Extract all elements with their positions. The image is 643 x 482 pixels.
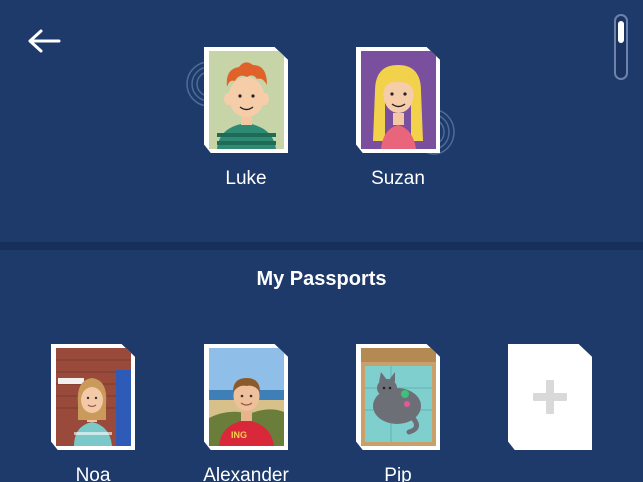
passport-card[interactable] — [356, 344, 440, 450]
passport-card[interactable] — [51, 344, 135, 450]
passport-noa[interactable]: Noa — [33, 344, 153, 482]
back-button[interactable] — [26, 26, 62, 56]
scrollbar-thumb[interactable] — [618, 21, 624, 43]
profile-suzan[interactable]: Suzan — [338, 47, 458, 191]
section-divider — [0, 242, 643, 250]
profile-name: Luke — [225, 168, 267, 189]
photo-boy-thumbnail: ING — [209, 348, 284, 446]
arrow-left-icon — [28, 29, 61, 53]
passport-name: Pip — [384, 465, 412, 482]
section-title: My Passports — [256, 268, 387, 290]
profile-luke[interactable]: Luke — [186, 47, 306, 191]
passport-card[interactable]: ING — [204, 344, 288, 450]
add-passport-button[interactable] — [490, 344, 610, 450]
passport-pip[interactable]: Pip — [338, 344, 458, 482]
photo-cat-thumbnail — [361, 348, 436, 446]
profile-card[interactable] — [204, 47, 288, 153]
cartoon-girl-avatar — [361, 51, 436, 149]
profile-card[interactable] — [356, 47, 440, 153]
add-passport-card[interactable] — [508, 344, 592, 450]
passport-alexander[interactable]: ING Alexander — [186, 344, 306, 482]
photo-girl-thumbnail — [56, 348, 131, 446]
profile-name: Suzan — [371, 168, 425, 189]
svg-text:ING: ING — [231, 430, 247, 440]
plus-icon — [533, 380, 567, 414]
app-screen: Luke Suzan My Passports Noa ING Alexande… — [0, 0, 643, 482]
passport-name: Noa — [75, 465, 111, 482]
passport-name: Alexander — [203, 465, 289, 482]
scrollbar[interactable] — [614, 14, 628, 80]
cartoon-boy-avatar — [209, 51, 284, 149]
